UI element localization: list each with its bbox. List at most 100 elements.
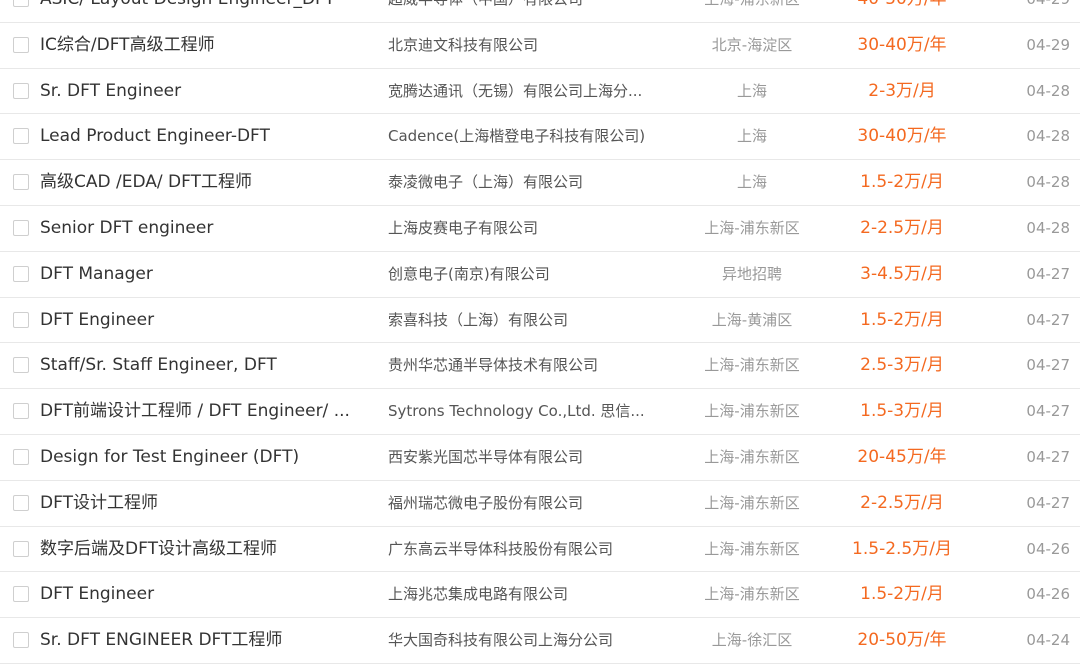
job-salary: 30-40万/年 [857, 126, 947, 147]
job-location: 上海-浦东新区 [704, 539, 800, 558]
job-title-link[interactable]: Senior DFT engineer [40, 206, 370, 252]
job-select-checkbox[interactable] [13, 540, 29, 557]
post-date: 04-28 [1026, 81, 1070, 100]
company-name-link[interactable]: 贵州华芯通半导体技术有限公司 [388, 343, 656, 389]
job-location: 上海-浦东新区 [704, 447, 800, 466]
job-salary: 1.5-2万/月 [860, 584, 944, 605]
company-name-link[interactable]: 北京迪文科技有限公司 [388, 23, 656, 69]
job-row[interactable]: Lead Product Engineer-DFT Cadence(上海楷登电子科… [0, 114, 1080, 161]
job-salary: 3-4.5万/月 [860, 263, 944, 284]
company-name-link[interactable]: 泰凌微电子（上海）有限公司 [388, 160, 656, 206]
job-select-checkbox[interactable] [13, 494, 29, 511]
job-location: 上海-浦东新区 [704, 585, 800, 604]
post-date: 04-29 [1026, 35, 1070, 54]
company-name-link[interactable]: 上海兆芯集成电路有限公司 [388, 572, 656, 618]
job-row[interactable]: 高级CAD /EDA/ DFT工程师 泰凌微电子（上海）有限公司 上海 1.5-2万/… [0, 160, 1080, 206]
job-location: 上海-浦东新区 [680, 0, 824, 23]
job-location: 上海-黄浦区 [711, 310, 793, 329]
job-row[interactable]: Senior DFT engineer 上海皮赛电子有限公司 上海-浦东新区 2-2.… [0, 206, 1080, 252]
job-salary: 2.5-3万/月 [860, 355, 944, 376]
job-select-checkbox[interactable] [13, 632, 29, 649]
job-title-link[interactable]: Sr. DFT ENGINEER DFT工程师 [40, 618, 370, 664]
job-location: 上海-浦东新区 [704, 218, 800, 237]
job-title-link[interactable]: 数字后端及DFT设计高级工程师 [40, 527, 370, 573]
job-select-checkbox[interactable] [13, 403, 29, 420]
job-location: 上海-徐汇区 [711, 631, 793, 650]
company-name-link[interactable]: Cadence(上海楷登电子科技有限公司) [388, 114, 656, 160]
job-row[interactable]: Sr. DFT ENGINEER DFT工程师 华大国奇科技有限公司上海分公司 上海… [0, 618, 1080, 664]
job-row[interactable]: DFT设计工程师 福州瑞芯微电子股份有限公司 上海-浦东新区 2-2.5万/月 04-2… [0, 481, 1080, 527]
job-row[interactable]: Staff/Sr. Staff Engineer, DFT 贵州华芯通半导体技术有… [0, 343, 1080, 390]
company-name-link[interactable]: 宽腾达通讯（无锡）有限公司上海分... [388, 69, 656, 115]
job-title-link[interactable]: 高级CAD /EDA/ DFT工程师 [40, 160, 370, 206]
job-select-checkbox[interactable] [13, 219, 29, 236]
job-location: 上海 [736, 81, 767, 100]
company-name-link[interactable]: 索喜科技（上海）有限公司 [388, 298, 656, 344]
job-title-link[interactable]: ASIC/ Layout Design Engineer_DFT [40, 0, 370, 23]
company-name-link[interactable]: Sytrons Technology Co.,Ltd. 思信... [388, 389, 656, 435]
job-location: 上海 [736, 127, 767, 146]
company-name-link[interactable]: 华大国奇科技有限公司上海分公司 [388, 618, 656, 664]
job-salary: 20-50万/年 [857, 630, 947, 651]
job-salary: 1.5-3万/月 [860, 401, 944, 422]
job-row[interactable]: DFT Engineer 上海兆芯集成电路有限公司 上海-浦东新区 1.5-2万/月 0… [0, 572, 1080, 619]
post-date: 04-28 [1026, 218, 1070, 237]
job-row[interactable]: ASIC/ Layout Design Engineer_DFT 超威半导体（中国… [0, 0, 1080, 23]
job-select-checkbox[interactable] [13, 357, 29, 374]
job-row[interactable]: DFT Engineer 索喜科技（上海）有限公司 上海-黄浦区 1.5-2万/月 04… [0, 298, 1080, 344]
post-date: 04-24 [1026, 631, 1070, 650]
job-row[interactable]: IC综合/DFT高级工程师 北京迪文科技有限公司 北京-海淀区 30-40万/年 04-… [0, 23, 1080, 69]
job-select-checkbox[interactable] [13, 265, 29, 282]
job-salary: 20-45万/年 [857, 446, 947, 467]
job-title-link[interactable]: Design for Test Engineer (DFT) [40, 435, 370, 481]
job-location: 上海-浦东新区 [704, 356, 800, 375]
company-name-link[interactable]: 创意电子(南京)有限公司 [388, 252, 656, 298]
job-salary: 1.5-2万/月 [860, 172, 944, 193]
job-title-link[interactable]: Lead Product Engineer-DFT [40, 114, 370, 160]
job-salary: 1.5-2万/月 [860, 309, 944, 330]
job-title-link[interactable]: DFT Manager [40, 252, 370, 298]
job-select-checkbox[interactable] [13, 82, 29, 99]
company-name-link[interactable]: 超威半导体（中国）有限公司 [388, 0, 656, 23]
post-date: 04-27 [1026, 264, 1070, 283]
job-row[interactable]: DFT Manager 创意电子(南京)有限公司 异地招聘 3-4.5万/月 04-27 [0, 252, 1080, 298]
company-name-link[interactable]: 西安紫光国芯半导体有限公司 [388, 435, 656, 481]
job-salary: 30-40万/年 [857, 34, 947, 55]
job-select-checkbox[interactable] [13, 128, 29, 145]
job-salary: 1.5-2.5万/月 [852, 538, 952, 559]
job-title-link[interactable]: DFT Engineer [40, 298, 370, 344]
job-select-checkbox[interactable] [13, 36, 29, 53]
job-select-checkbox[interactable] [13, 448, 29, 465]
post-date: 04-28 [1026, 127, 1070, 146]
job-title-link[interactable]: DFT前端设计工程师 / DFT Engineer/ ... [40, 389, 370, 435]
company-name-link[interactable]: 上海皮赛电子有限公司 [388, 206, 656, 252]
job-select-checkbox[interactable] [13, 0, 29, 7]
job-location: 上海-浦东新区 [704, 402, 800, 421]
post-date: 04-26 [1026, 539, 1070, 558]
job-location: 北京-海淀区 [711, 35, 793, 54]
post-date: 04-27 [1026, 447, 1070, 466]
job-title-link[interactable]: DFT设计工程师 [40, 481, 370, 527]
job-row[interactable]: Design for Test Engineer (DFT) 西安紫光国芯半导体有… [0, 435, 1080, 481]
job-salary: 2-3万/月 [868, 80, 936, 101]
job-select-checkbox[interactable] [13, 586, 29, 603]
job-row[interactable]: Sr. DFT Engineer 宽腾达通讯（无锡）有限公司上海分... 上海 2-3… [0, 69, 1080, 115]
post-date: 04-28 [1026, 173, 1070, 192]
job-list: ASIC/ Layout Design Engineer_DFT 超威半导体（中国… [0, 0, 1080, 664]
job-row[interactable]: DFT前端设计工程师 / DFT Engineer/ ... Sytrons Te… [0, 389, 1080, 435]
job-title-link[interactable]: Sr. DFT Engineer [40, 69, 370, 115]
job-select-checkbox[interactable] [13, 174, 29, 191]
job-location: 上海 [736, 173, 767, 192]
job-row[interactable]: 数字后端及DFT设计高级工程师 广东高云半导体科技股份有限公司 上海-浦东新区 1.5… [0, 527, 1080, 573]
post-date: 04-26 [1026, 585, 1070, 604]
job-location: 上海-浦东新区 [704, 493, 800, 512]
job-title-link[interactable]: DFT Engineer [40, 572, 370, 618]
company-name-link[interactable]: 福州瑞芯微电子股份有限公司 [388, 481, 656, 527]
post-date: 04-29 [992, 0, 1070, 23]
job-title-link[interactable]: Staff/Sr. Staff Engineer, DFT [40, 343, 370, 389]
job-location: 异地招聘 [721, 264, 782, 283]
job-title-link[interactable]: IC综合/DFT高级工程师 [40, 23, 370, 69]
job-salary: 40-50万/年 [828, 0, 976, 23]
company-name-link[interactable]: 广东高云半导体科技股份有限公司 [388, 527, 656, 573]
job-select-checkbox[interactable] [13, 311, 29, 328]
